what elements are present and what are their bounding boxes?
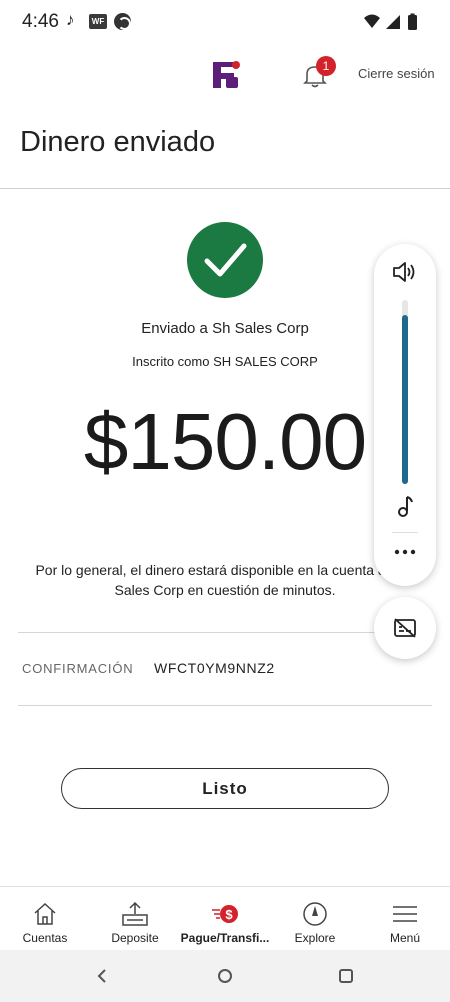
captions-off-icon	[394, 618, 416, 638]
battery-icon	[408, 15, 417, 30]
signal-icon	[386, 15, 400, 29]
nav-label: Pague/Transfi...	[180, 931, 270, 945]
divider	[18, 705, 432, 706]
volume-slider[interactable]	[402, 300, 408, 484]
confirmation-label: CONFIRMACIÓN	[22, 661, 134, 676]
system-status-icons	[364, 13, 417, 30]
availability-line-2: Sales Corp en cuestión de minutos.	[114, 582, 336, 598]
done-button[interactable]: Listo	[61, 768, 389, 809]
status-bar: 4:46 ♪ WF	[0, 0, 450, 44]
logout-link[interactable]: Cierre sesión	[358, 66, 435, 81]
menu-icon	[393, 906, 417, 922]
recents-icon[interactable]	[336, 966, 356, 986]
compass-icon	[303, 902, 327, 926]
nav-label: Deposite	[111, 931, 159, 945]
notification-count-badge: 1	[316, 56, 336, 76]
nav-item-explore[interactable]: Explore	[270, 887, 360, 951]
home-circle-icon[interactable]	[215, 966, 235, 986]
svg-text:$: $	[225, 907, 233, 922]
divider	[18, 632, 432, 633]
deposit-icon	[122, 901, 148, 926]
captions-off-button[interactable]	[374, 597, 436, 659]
volume-level	[402, 314, 408, 484]
tiktok-icon: ♪	[66, 10, 75, 29]
system-navigation-bar	[0, 950, 450, 1002]
nav-item-menu[interactable]: Menú	[360, 887, 450, 951]
success-check-icon	[187, 222, 263, 298]
page-title: Dinero enviado	[20, 126, 216, 158]
wifi-icon	[364, 14, 380, 28]
confirmation-number: WFCT0YM9NNZ2	[154, 660, 275, 676]
back-icon[interactable]	[94, 966, 110, 986]
bottom-navigation: Cuentas Deposite $ Pague/Transfi... Expl…	[0, 886, 450, 950]
nav-label: Explore	[294, 931, 336, 945]
nav-item-deposite[interactable]: Deposite	[90, 887, 180, 951]
pay-transfer-icon: $	[212, 905, 238, 923]
more-icon[interactable]	[394, 548, 416, 556]
divider	[0, 188, 450, 189]
brand-logo[interactable]	[208, 58, 242, 92]
nav-label: Cuentas	[22, 931, 68, 945]
divider	[392, 532, 418, 533]
app-icon	[114, 13, 131, 30]
music-note-icon[interactable]	[395, 494, 415, 518]
status-time: 4:46	[22, 11, 59, 32]
home-icon	[34, 902, 56, 925]
speaker-icon[interactable]	[391, 260, 419, 284]
nav-item-cuentas[interactable]: Cuentas	[0, 887, 90, 951]
nav-item-pague-transfiera[interactable]: $ Pague/Transfi...	[180, 887, 270, 951]
wf-icon: WF	[89, 14, 107, 29]
nav-label: Menú	[389, 931, 421, 945]
volume-panel	[374, 244, 436, 586]
